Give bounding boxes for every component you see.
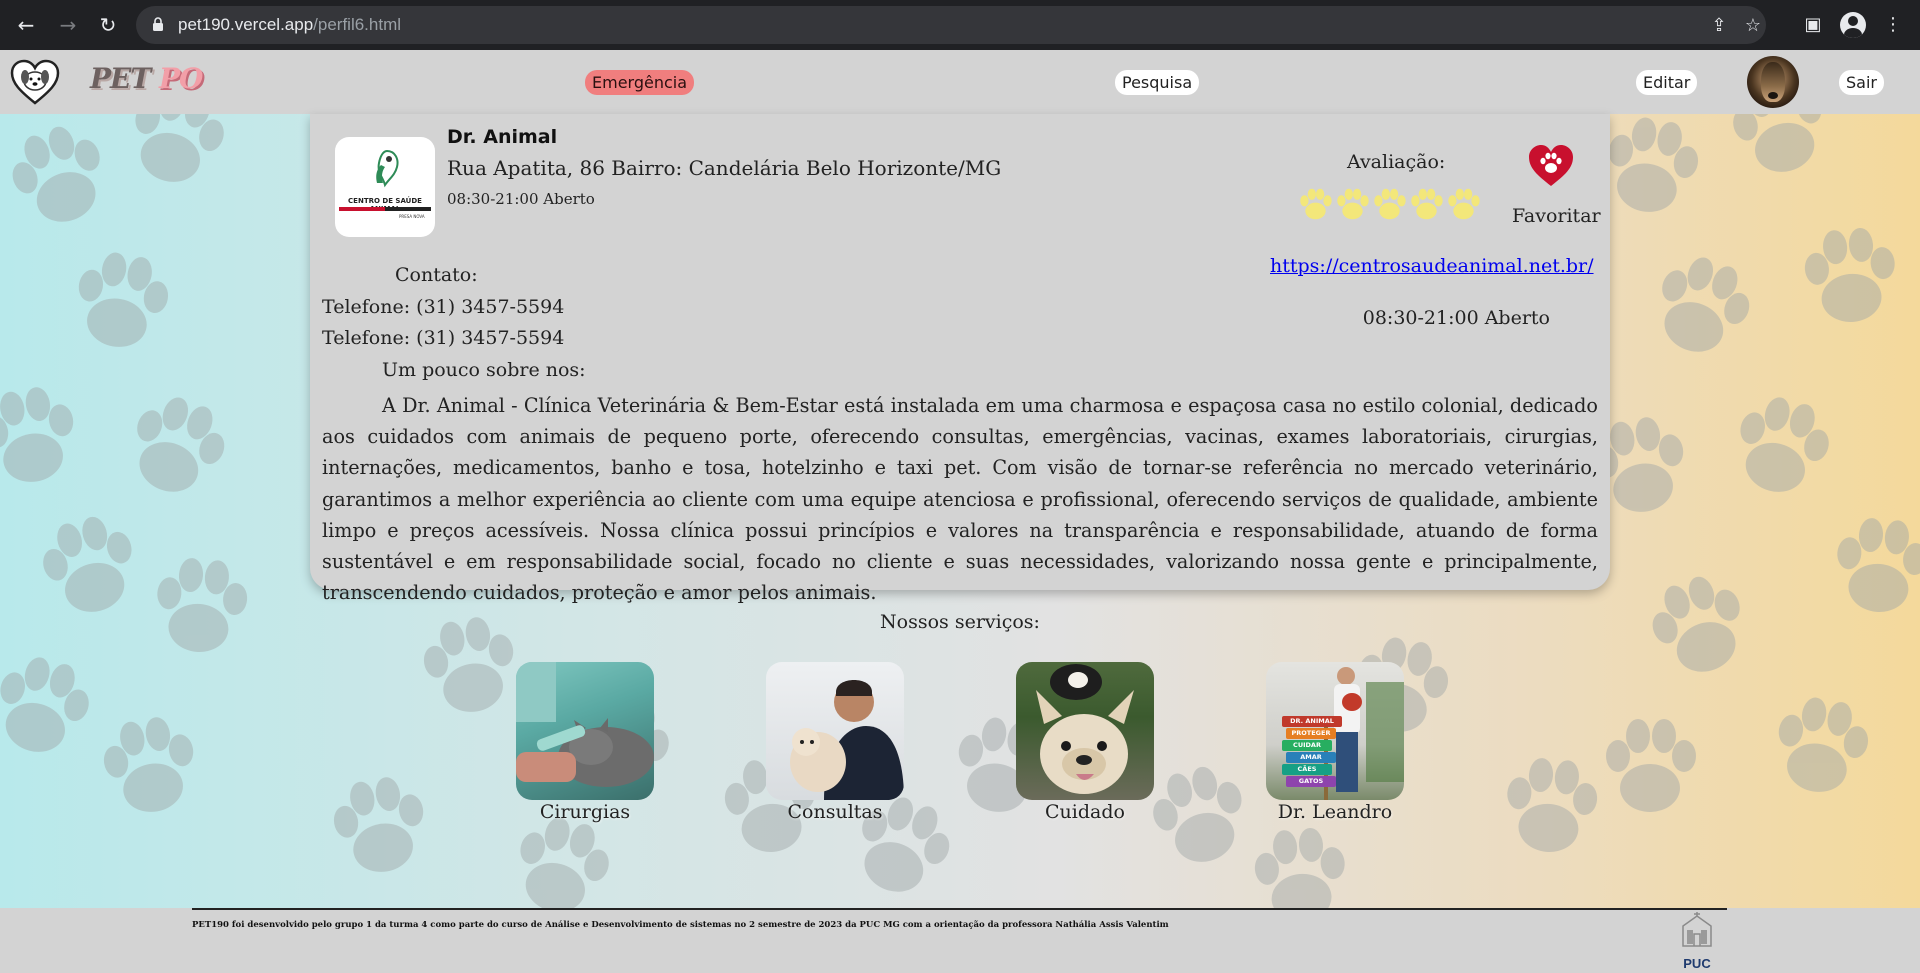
paw-print-decor-icon: [1837, 518, 1920, 612]
edit-button[interactable]: Editar: [1636, 70, 1698, 95]
signpost-board: GATOS: [1286, 776, 1336, 787]
care-photo[interactable]: [1016, 662, 1154, 800]
search-button[interactable]: Pesquisa: [1115, 70, 1200, 95]
browser-toolbar: ← → ↻ pet190.vercel.app/perfil6.html ⇪ ☆…: [0, 0, 1920, 50]
favorite-label[interactable]: Favoritar: [1512, 205, 1601, 227]
paw-print-decor-icon: [1507, 758, 1598, 852]
paw-print-decor-icon: [1608, 117, 1699, 212]
back-icon[interactable]: ←: [12, 11, 40, 39]
paw-print-decor-icon: [137, 397, 225, 492]
paw-print-decor-icon: [1153, 766, 1242, 862]
signpost-board: DR. ANIMAL: [1282, 716, 1342, 727]
site-header: PET PO Emergência Pesquisa Editar Sair: [0, 50, 1920, 114]
service-card-consultations[interactable]: Consultas: [765, 662, 905, 823]
paw-print-decor-icon: [157, 558, 248, 652]
signpost-board: CUIDAR: [1282, 740, 1332, 751]
paw-print-decor-icon: [333, 777, 424, 872]
service-card-surgery[interactable]: Cirurgias: [515, 662, 655, 823]
footer-divider: [192, 908, 1727, 910]
cat-surgery-illustration: [516, 662, 654, 787]
clinic-name: Dr. Animal: [447, 126, 558, 148]
service-label[interactable]: Consultas: [765, 801, 905, 823]
signpost-board: CÃES: [1282, 764, 1332, 775]
service-label[interactable]: Cirurgias: [515, 801, 655, 823]
address-bar[interactable]: pet190.vercel.app/perfil6.html ⇪ ☆: [136, 6, 1766, 44]
heart-dog-logo-icon[interactable]: [10, 59, 60, 105]
side-panel-icon[interactable]: ▣: [1800, 12, 1826, 38]
website-link[interactable]: https://centrosaudeanimal.net.br/: [1270, 255, 1594, 277]
reload-icon[interactable]: ↻: [94, 11, 122, 39]
page-background: PET PO Emergência Pesquisa Editar Sair C…: [0, 50, 1920, 973]
bookmark-star-icon[interactable]: ☆: [1742, 15, 1764, 37]
rating-paw-icon[interactable]: [1445, 186, 1482, 223]
dog-cat-silhouette-icon: [376, 149, 399, 188]
favorite-heart-paw-icon[interactable]: [1527, 144, 1575, 188]
paw-print-decor-icon: [0, 657, 89, 752]
phone-1: Telefone: (31) 3457-5594: [322, 296, 565, 318]
puc-crest-icon: [1682, 912, 1712, 947]
share-icon[interactable]: ⇪: [1708, 15, 1730, 37]
site-footer: PET190 foi desenvolvido pelo grupo 1 da …: [0, 908, 1920, 973]
logo-black-bar: [385, 207, 431, 211]
profile-icon[interactable]: [1840, 12, 1866, 38]
clinic-hours: 08:30-21:00 Aberto: [447, 190, 595, 208]
service-label[interactable]: Cuidado: [1015, 801, 1155, 823]
rating-paw-icon[interactable]: [1371, 186, 1408, 223]
lock-icon: [153, 17, 163, 31]
paw-print-decor-icon: [520, 817, 609, 912]
menu-kebab-icon[interactable]: ⋮: [1880, 12, 1906, 38]
clinic-address: Rua Apatita, 86 Bairro: Candelária Belo …: [447, 156, 1002, 180]
emergency-button[interactable]: Emergência: [585, 70, 695, 95]
puc-minas-text: PUC Minas: [1679, 956, 1716, 973]
logo-red-bar: [339, 207, 385, 211]
puc-minas-logo[interactable]: PUC Minas: [1665, 912, 1729, 973]
service-card-dr-leandro[interactable]: DR. ANIMAL PROTEGER CUIDAR AMAR CÃES GATOS Dr…: [1265, 662, 1405, 823]
rating-paw-icon[interactable]: [1408, 186, 1445, 223]
clinic-logo-subtext: PRESA NOVA: [399, 214, 425, 219]
paw-print-decor-icon: [1804, 227, 1895, 322]
rating-paw-icon[interactable]: [1297, 186, 1334, 223]
paw-print-decor-icon: [103, 717, 194, 812]
paw-print-decor-icon: [43, 516, 132, 612]
about-title: Um pouco sobre nos:: [382, 359, 586, 381]
paw-print-decor-icon: [0, 387, 74, 482]
about-text: A Dr. Animal - Clínica Veterinária & Bem…: [322, 394, 1598, 605]
paw-print-decor-icon: [78, 252, 169, 347]
contact-title: Contato:: [395, 264, 478, 286]
vet-with-dog-illustration: [790, 680, 904, 800]
paw-print-decor-icon: [1662, 257, 1750, 352]
rating-paws[interactable]: [1297, 186, 1482, 223]
user-avatar[interactable]: [1747, 56, 1799, 108]
signpost-board: AMAR: [1286, 752, 1336, 763]
dr-leandro-photo[interactable]: DR. ANIMAL PROTEGER CUIDAR AMAR CÃES GATOS: [1266, 662, 1404, 800]
service-card-care[interactable]: Cuidado: [1015, 662, 1155, 823]
paw-print-decor-icon: [1740, 397, 1829, 492]
services-title: Nossos serviços:: [880, 611, 1040, 633]
french-bulldog-illustration: [1036, 664, 1134, 794]
surgery-photo[interactable]: [516, 662, 654, 800]
logout-button[interactable]: Sair: [1839, 70, 1884, 95]
signpost-board: PROTEGER: [1286, 728, 1336, 739]
forward-icon[interactable]: →: [54, 11, 82, 39]
brand-logo-text[interactable]: PET PO: [90, 62, 203, 95]
clinic-hours-side: 08:30-21:00 Aberto: [1362, 307, 1550, 329]
consultation-photo[interactable]: [766, 662, 904, 800]
paw-print-decor-icon: [1778, 697, 1869, 792]
paw-print-decor-icon: [12, 126, 100, 222]
url-text: pet190.vercel.app/perfil6.html: [178, 15, 402, 34]
paw-print-decor-icon: [1606, 719, 1696, 812]
service-label[interactable]: Dr. Leandro: [1265, 801, 1405, 823]
phone-2: Telefone: (31) 3457-5594: [322, 327, 565, 349]
rating-label: Avaliação:: [1347, 151, 1446, 173]
rating-paw-icon[interactable]: [1334, 186, 1371, 223]
signpost-boards: DR. ANIMAL PROTEGER CUIDAR AMAR CÃES GATOS: [1282, 716, 1342, 788]
clinic-logo: CENTRO DE SAÚDE ANIMAL PRESA NOVA: [335, 137, 435, 237]
clinic-profile-card: CENTRO DE SAÚDE ANIMAL PRESA NOVA Dr. An…: [310, 114, 1610, 604]
footer-credits: PET190 foi desenvolvido pelo grupo 1 da …: [192, 920, 1169, 930]
